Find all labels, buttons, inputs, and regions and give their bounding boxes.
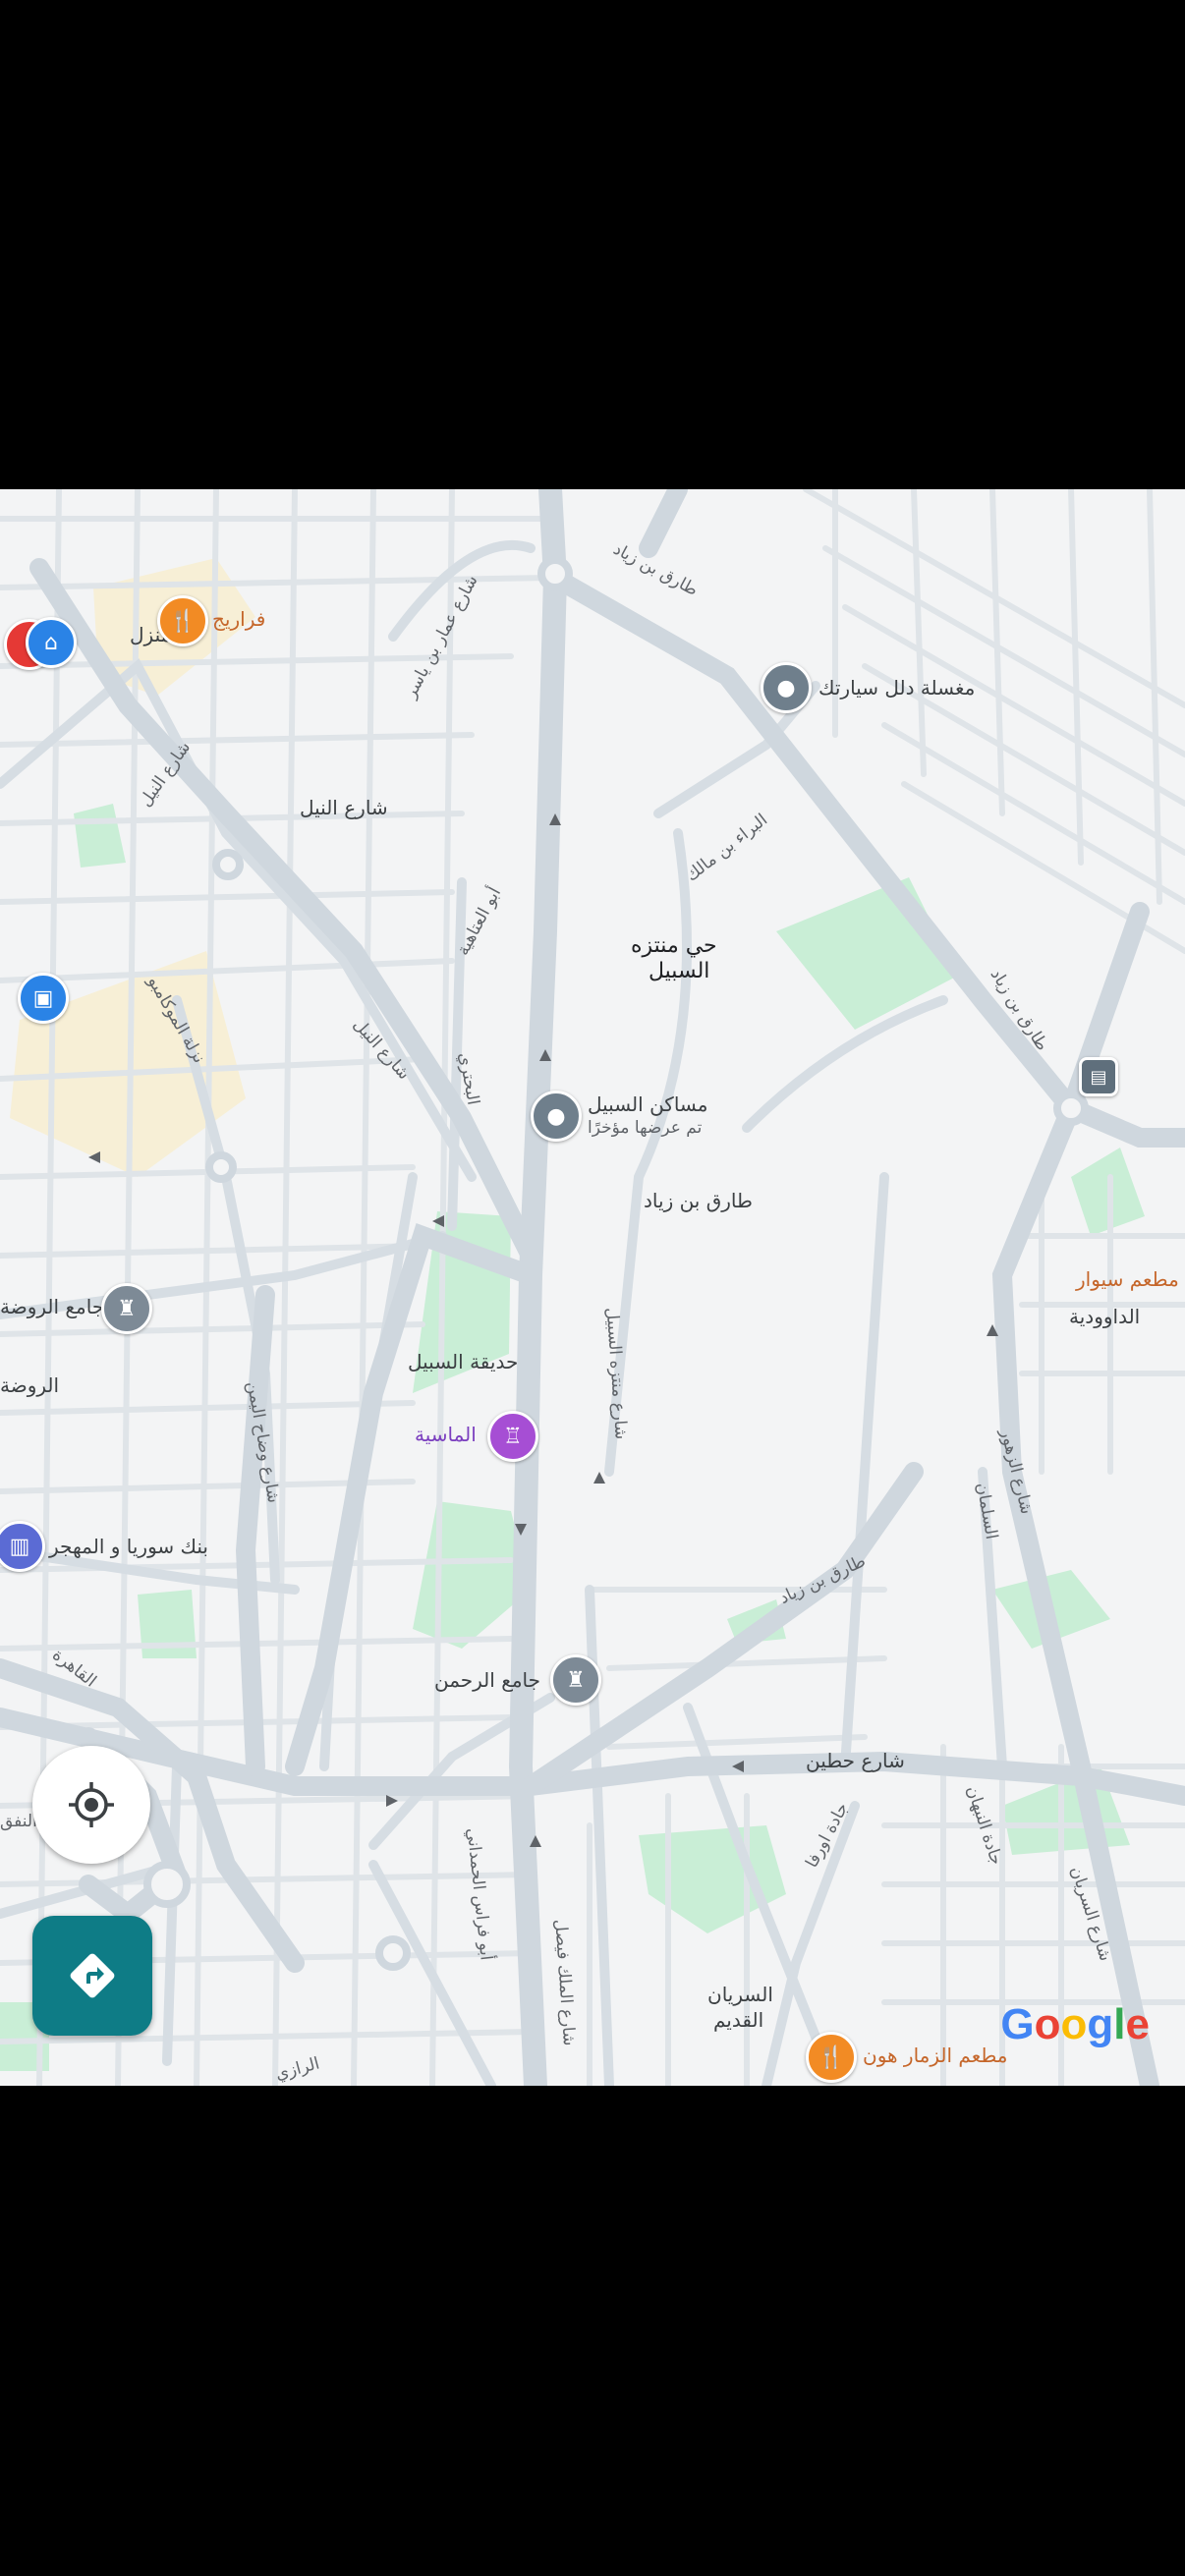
fork-knife-icon: 🍴 <box>818 2044 845 2070</box>
my-location-icon <box>69 1782 114 1827</box>
label-hitteen: شارع حطين <box>806 1749 905 1772</box>
attraction-pin-masiya[interactable]: ♖ <box>487 1411 538 1462</box>
label-nafaq: النفق <box>0 1812 37 1831</box>
shopping-bag-icon: ▣ <box>32 985 54 1011</box>
fork-knife-icon: 🍴 <box>169 608 197 634</box>
directions-icon <box>70 1953 115 1998</box>
label-sabil: السبيل <box>649 959 710 983</box>
bus-icon: ▤ <box>1090 1066 1107 1088</box>
map-roads <box>0 489 1185 2086</box>
logo-letter: g <box>1087 2000 1114 2048</box>
google-logo: Google <box>1000 2000 1150 2049</box>
logo-letter: o <box>1060 2000 1088 2048</box>
label-jami-rahman: جامع الرحمن <box>434 1668 541 1692</box>
map-canvas[interactable]: المنزل فراريج مغسلة دلل سيارتك طارق بن ز… <box>0 489 1185 2086</box>
label-restaurant-zammar: مطعم الزمار هون <box>863 2044 1008 2067</box>
masaken-pin[interactable]: ● <box>531 1091 582 1142</box>
label-hay-muntazah: حي منتزه <box>631 933 717 958</box>
mosque-icon: ♜ <box>566 1667 586 1693</box>
restaurant-pin-1[interactable]: 🍴 <box>157 595 208 646</box>
transit-pin[interactable]: ▤ <box>1079 1057 1118 1096</box>
label-masaken-sabil: مساكن السبيل <box>588 1092 708 1116</box>
place-icon: ● <box>776 675 796 700</box>
label-restaurant-siwar: مطعم سيوار <box>1076 1267 1179 1291</box>
label-recently-viewed: تم عرضها مؤخرًا <box>588 1118 703 1138</box>
label-masiya: الماسية <box>415 1423 477 1446</box>
directions-button[interactable] <box>32 1916 152 2036</box>
landmark-icon: ♖ <box>503 1424 523 1449</box>
car-wash-pin[interactable]: ● <box>761 662 812 713</box>
logo-letter: l <box>1113 2000 1126 2048</box>
mosque-icon: ♜ <box>117 1296 137 1321</box>
shopping-pin[interactable]: ▣ <box>18 973 69 1024</box>
my-location-button[interactable] <box>32 1746 150 1864</box>
logo-letter: o <box>1034 2000 1061 2048</box>
label-bank-syria: بنك سوريا و المهجر <box>49 1535 208 1558</box>
label-hadiqat-sabil: حديقة السبيل <box>408 1350 519 1373</box>
mosque-pin-rawda[interactable]: ♜ <box>101 1283 152 1334</box>
label-qadim: القديم <box>713 2008 764 2032</box>
label-restaurant-1: فراريج <box>212 607 266 631</box>
label-jami-rawda: جامع الروضة <box>0 1295 105 1318</box>
restaurant-pin-zammar[interactable]: 🍴 <box>806 2032 857 2083</box>
label-siryan: السريان <box>707 1983 773 2006</box>
label-rawda: الروضة <box>0 1373 60 1397</box>
logo-letter: e <box>1125 2000 1150 2048</box>
logo-letter: G <box>1000 2000 1035 2048</box>
label-nil-2: شارع النيل <box>300 796 388 819</box>
bank-icon: ▥ <box>9 1534 30 1559</box>
home-pin[interactable]: ⌂ <box>26 617 77 668</box>
place-icon: ● <box>546 1103 566 1129</box>
mosque-pin-rahman[interactable]: ♜ <box>550 1654 601 1706</box>
label-car-wash: مغسلة دلل سيارتك <box>818 676 976 700</box>
label-dawoudiya: الداوودية <box>1069 1305 1141 1328</box>
home-icon: ⌂ <box>44 630 58 655</box>
label-tariq-mid: طارق بن زياد <box>644 1189 753 1212</box>
